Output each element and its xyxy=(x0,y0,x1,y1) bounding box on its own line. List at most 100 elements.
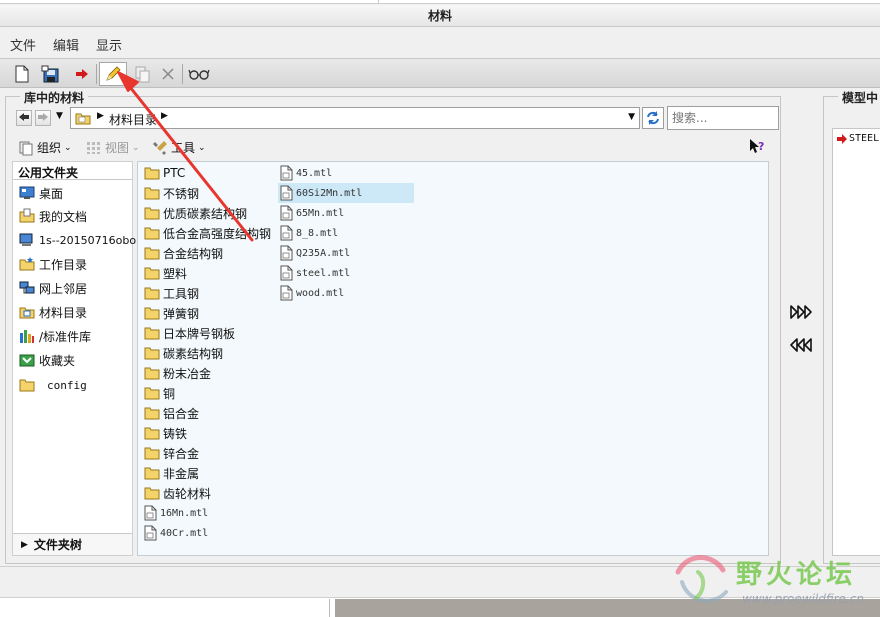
folder-item[interactable]: 工具钢 xyxy=(142,283,199,303)
back-button[interactable] xyxy=(16,110,32,126)
flame-logo-icon xyxy=(675,555,728,603)
folder-item[interactable]: 弹簧钢 xyxy=(142,303,199,323)
watermark-logo: 野火论坛 www.proewildfire.cn xyxy=(666,552,880,614)
search-input[interactable] xyxy=(667,106,779,130)
folder-item[interactable]: 塑料 xyxy=(142,263,187,283)
sidebar-item-config[interactable]: config xyxy=(19,375,87,395)
material-file-icon xyxy=(280,185,293,201)
address-row: ▼ ▶ 材料目录 ▶ ▼ xyxy=(10,106,779,130)
pencil-icon xyxy=(106,66,121,81)
copy-button[interactable] xyxy=(131,63,153,85)
folder-icon xyxy=(144,467,160,480)
triple-arrow-right-icon xyxy=(790,305,812,319)
folder-item[interactable]: 碳素结构钢 xyxy=(142,343,223,363)
organize-toolbar: 组织 ⌄ 视图 ⌄ 工具 ⌄ ? xyxy=(10,136,770,158)
copy-icon xyxy=(135,66,150,83)
file-item[interactable]: 45.mtl xyxy=(278,163,414,183)
menu-view[interactable]: 显示 xyxy=(96,35,122,54)
view-menu[interactable]: 视图 ⌄ xyxy=(86,139,140,156)
folder-item[interactable]: PTC xyxy=(142,163,185,183)
file-item[interactable]: wood.mtl xyxy=(278,283,414,303)
folder-icon xyxy=(144,427,160,440)
material-folder-icon xyxy=(19,307,35,319)
material-file-icon xyxy=(280,165,293,181)
address-path[interactable]: 材料目录 xyxy=(109,111,157,128)
folder-item[interactable]: 合金结构钢 xyxy=(142,243,223,263)
red-arrow-right-icon xyxy=(837,133,847,144)
edit-button[interactable] xyxy=(99,62,127,86)
folder-icon xyxy=(144,247,160,260)
sidebar-item-computer[interactable]: 1s--20150716obo xyxy=(19,230,136,250)
model-material-list: STEEL xyxy=(832,128,880,556)
delete-button[interactable] xyxy=(157,63,179,85)
folder-item[interactable]: 优质碳素结构钢 xyxy=(142,203,247,223)
save-icon xyxy=(41,65,59,83)
new-document-button[interactable] xyxy=(11,63,33,85)
arrow-right-icon xyxy=(38,113,48,121)
material-file-icon xyxy=(280,205,293,221)
breadcrumb-chevron-icon[interactable]: ▶ xyxy=(161,111,168,121)
desktop-icon xyxy=(19,186,35,199)
folder-item[interactable]: 粉末冶金 xyxy=(142,363,211,383)
sidebar-item-desktop[interactable]: 桌面 xyxy=(19,183,63,203)
folder-icon xyxy=(144,307,160,320)
save-copy-button[interactable] xyxy=(39,63,61,85)
remove-from-model-button[interactable] xyxy=(788,336,814,354)
address-bar[interactable]: ▶ 材料目录 ▶ ▼ xyxy=(70,107,640,129)
folder-item[interactable]: 铜 xyxy=(142,383,175,403)
tools-label: 工具 xyxy=(171,141,196,155)
help-button[interactable]: ? xyxy=(748,138,766,159)
tools-menu[interactable]: 工具 ⌄ xyxy=(152,139,206,156)
sidebar-item-material-directory[interactable]: 材料目录 xyxy=(19,302,87,322)
chevron-down-icon: ⌄ xyxy=(64,142,72,153)
folder-icon xyxy=(19,379,35,392)
breadcrumb-separator-icon: ▶ xyxy=(97,111,104,121)
sidebar-item-favorites[interactable]: 收藏夹 xyxy=(19,350,75,370)
folder-item[interactable]: 非金属 xyxy=(142,463,199,483)
address-dropdown-icon[interactable]: ▼ xyxy=(628,112,635,122)
file-item[interactable]: steel.mtl xyxy=(278,263,414,283)
sidebar-item-network[interactable]: 网上邻居 xyxy=(19,278,87,298)
folder-item[interactable]: 日本牌号钢板 xyxy=(142,323,235,343)
add-to-model-button[interactable] xyxy=(788,303,814,321)
folder-tree-toggle[interactable]: ▶ 文件夹树 xyxy=(13,533,132,555)
file-item[interactable]: 65Mn.mtl xyxy=(278,203,414,223)
folder-item[interactable]: 齿轮材料 xyxy=(142,483,211,503)
material-file-icon xyxy=(144,505,157,521)
refresh-button[interactable] xyxy=(642,107,664,129)
assign-to-model-button[interactable] xyxy=(71,63,93,85)
menu-edit[interactable]: 编辑 xyxy=(53,35,79,54)
sidebar-item-standard-parts[interactable]: /标准件库 xyxy=(19,326,91,346)
folder-icon xyxy=(144,407,160,420)
history-dropdown-icon[interactable]: ▼ xyxy=(56,111,63,121)
folder-item[interactable]: 低合金高强度结构钢 xyxy=(142,223,271,243)
folder-icon xyxy=(144,267,160,280)
file-item[interactable]: Q235A.mtl xyxy=(278,243,414,263)
material-file-icon xyxy=(280,225,293,241)
folder-item[interactable]: 铸铁 xyxy=(142,423,187,443)
library-panel-title: 库中的材料 xyxy=(20,89,89,106)
folder-icon xyxy=(144,227,160,240)
folder-icon xyxy=(144,207,160,220)
file-item[interactable]: 16Mn.mtl xyxy=(142,503,208,523)
organize-menu[interactable]: 组织 ⌄ xyxy=(18,139,72,156)
file-item[interactable]: 8_8.mtl xyxy=(278,223,414,243)
view-grid-icon xyxy=(87,141,100,154)
sidebar-item-working-directory[interactable]: 工作目录 xyxy=(19,254,87,274)
chevron-down-icon: ⌄ xyxy=(132,142,140,153)
material-file-icon xyxy=(280,285,293,301)
model-item-steel[interactable]: STEEL xyxy=(837,133,879,144)
preview-button[interactable] xyxy=(188,63,210,85)
sidebar-item-documents[interactable]: 我的文档 xyxy=(19,206,87,226)
folder-item[interactable]: 锌合金 xyxy=(142,443,199,463)
folder-icon xyxy=(144,187,160,200)
folder-item[interactable]: 不锈钢 xyxy=(142,183,199,203)
forward-button[interactable] xyxy=(35,110,51,126)
folder-item[interactable]: 铝合金 xyxy=(142,403,199,423)
glasses-icon xyxy=(188,69,210,80)
file-item[interactable]: 40Cr.mtl xyxy=(142,523,208,543)
file-item[interactable]: 60Si2Mn.mtl xyxy=(278,183,414,203)
work-folder-icon xyxy=(19,257,35,271)
menu-file[interactable]: 文件 xyxy=(10,35,36,54)
red-arrow-right-icon xyxy=(76,69,88,79)
